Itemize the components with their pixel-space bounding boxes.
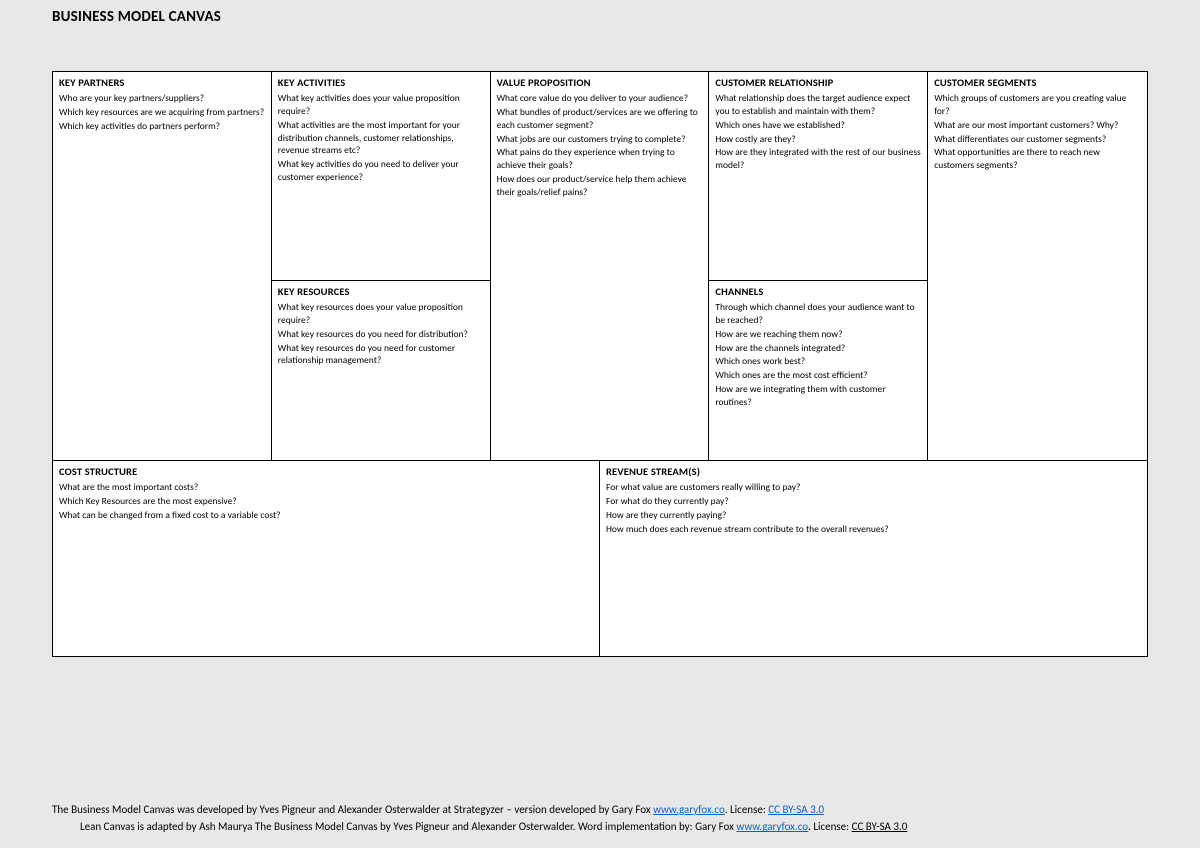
canvas-upper-row: KEY PARTNERS Who are your key partners/s… bbox=[53, 72, 1147, 460]
heading-value-proposition: VALUE PROPOSITION bbox=[497, 76, 703, 90]
text: What key resources does your value propo… bbox=[278, 301, 484, 327]
text: What opportunities are there to reach ne… bbox=[934, 146, 1141, 172]
footer-license-text: CC BY-SA 3.0 bbox=[852, 820, 908, 833]
text: How much does each revenue stream contri… bbox=[606, 523, 1141, 536]
text: How are the channels integrated? bbox=[715, 342, 921, 355]
cell-key-activities: KEY ACTIVITIES What key activities does … bbox=[272, 72, 490, 280]
text: What pains do they experience when tryin… bbox=[497, 146, 703, 172]
footer-text: Lean Canvas is adapted by Ash Maurya The… bbox=[80, 820, 736, 833]
column-relationship-channels: CUSTOMER RELATIONSHIP What relationship … bbox=[709, 72, 928, 460]
footer-text: The Business Model Canvas was developed … bbox=[52, 803, 653, 816]
text: What relationship does the target audien… bbox=[715, 92, 921, 118]
text: Which ones are the most cost efficient? bbox=[715, 369, 921, 382]
footer-link-garyfox[interactable]: www.garyfox.co bbox=[653, 803, 725, 816]
footer-link-garyfox[interactable]: www.garyfox.co bbox=[736, 820, 808, 833]
column-value-proposition: VALUE PROPOSITION What core value do you… bbox=[491, 72, 710, 460]
text: Who are your key partners/suppliers? bbox=[59, 92, 265, 105]
heading-customer-segments: CUSTOMER SEGMENTS bbox=[934, 76, 1141, 90]
heading-key-resources: KEY RESOURCES bbox=[278, 285, 484, 299]
text: How are we integrating them with custome… bbox=[715, 383, 921, 409]
text: What differentiates our customer segment… bbox=[934, 133, 1141, 146]
heading-cost-structure: COST STRUCTURE bbox=[59, 465, 593, 479]
text: Which Key Resources are the most expensi… bbox=[59, 495, 593, 508]
text: Which ones have we established? bbox=[715, 119, 921, 132]
text: What are the most important costs? bbox=[59, 481, 593, 494]
text: What key resources do you need for distr… bbox=[278, 328, 484, 341]
text: Through which channel does your audience… bbox=[715, 301, 921, 327]
text: What core value do you deliver to your a… bbox=[497, 92, 703, 105]
text: For what value are customers really will… bbox=[606, 481, 1141, 494]
cell-revenue-streams: REVENUE STREAM(S) For what value are cus… bbox=[600, 461, 1147, 656]
heading-customer-relationship: CUSTOMER RELATIONSHIP bbox=[715, 76, 921, 90]
text: For what do they currently pay? bbox=[606, 495, 1141, 508]
text: Which ones work best? bbox=[715, 355, 921, 368]
text: What activities are the most important f… bbox=[278, 119, 484, 157]
column-activities-resources: KEY ACTIVITIES What key activities does … bbox=[272, 72, 491, 460]
text: What key activities does your value prop… bbox=[278, 92, 484, 118]
heading-key-activities: KEY ACTIVITIES bbox=[278, 76, 484, 90]
footer-link-license[interactable]: CC BY-SA 3.0 bbox=[768, 803, 824, 816]
text: Which key resources are we acquiring fro… bbox=[59, 106, 265, 119]
business-model-canvas: KEY PARTNERS Who are your key partners/s… bbox=[52, 71, 1148, 657]
cell-cost-structure: COST STRUCTURE What are the most importa… bbox=[53, 461, 600, 656]
footer-line-1: The Business Model Canvas was developed … bbox=[52, 801, 1148, 819]
text: What are our most important customers? W… bbox=[934, 119, 1141, 132]
cell-value-proposition: VALUE PROPOSITION What core value do you… bbox=[491, 72, 709, 460]
heading-channels: CHANNELS bbox=[715, 285, 921, 299]
text: How are they integrated with the rest of… bbox=[715, 146, 921, 172]
column-customer-segments: CUSTOMER SEGMENTS Which groups of custom… bbox=[928, 72, 1147, 460]
text: How costly are they? bbox=[715, 133, 921, 146]
page-title: BUSINESS MODEL CANVAS bbox=[0, 0, 1200, 28]
canvas-lower-row: COST STRUCTURE What are the most importa… bbox=[53, 460, 1147, 656]
heading-revenue-streams: REVENUE STREAM(S) bbox=[606, 465, 1141, 479]
text: How are they currently paying? bbox=[606, 509, 1141, 522]
footer-line-2: Lean Canvas is adapted by Ash Maurya The… bbox=[52, 818, 1148, 836]
cell-customer-relationship: CUSTOMER RELATIONSHIP What relationship … bbox=[709, 72, 927, 280]
column-key-partners: KEY PARTNERS Who are your key partners/s… bbox=[53, 72, 272, 460]
heading-key-partners: KEY PARTNERS bbox=[59, 76, 265, 90]
footer-text: . License: bbox=[808, 820, 852, 833]
text: How are we reaching them now? bbox=[715, 328, 921, 341]
text: What jobs are our customers trying to co… bbox=[497, 133, 703, 146]
footer: The Business Model Canvas was developed … bbox=[52, 801, 1148, 836]
text: What key activities do you need to deliv… bbox=[278, 158, 484, 184]
text: Which groups of customers are you creati… bbox=[934, 92, 1141, 118]
text: What bundles of product/services are we … bbox=[497, 106, 703, 132]
cell-key-resources: KEY RESOURCES What key resources does yo… bbox=[272, 280, 490, 460]
text: Which key activities do partners perform… bbox=[59, 120, 265, 133]
footer-text: . License: bbox=[725, 803, 769, 816]
text: What key resources do you need for custo… bbox=[278, 342, 484, 368]
text: How does our product/service help them a… bbox=[497, 173, 703, 199]
cell-customer-segments: CUSTOMER SEGMENTS Which groups of custom… bbox=[928, 72, 1147, 460]
text: What can be changed from a fixed cost to… bbox=[59, 509, 593, 522]
cell-key-partners: KEY PARTNERS Who are your key partners/s… bbox=[53, 72, 271, 460]
cell-channels: CHANNELS Through which channel does your… bbox=[709, 280, 927, 460]
